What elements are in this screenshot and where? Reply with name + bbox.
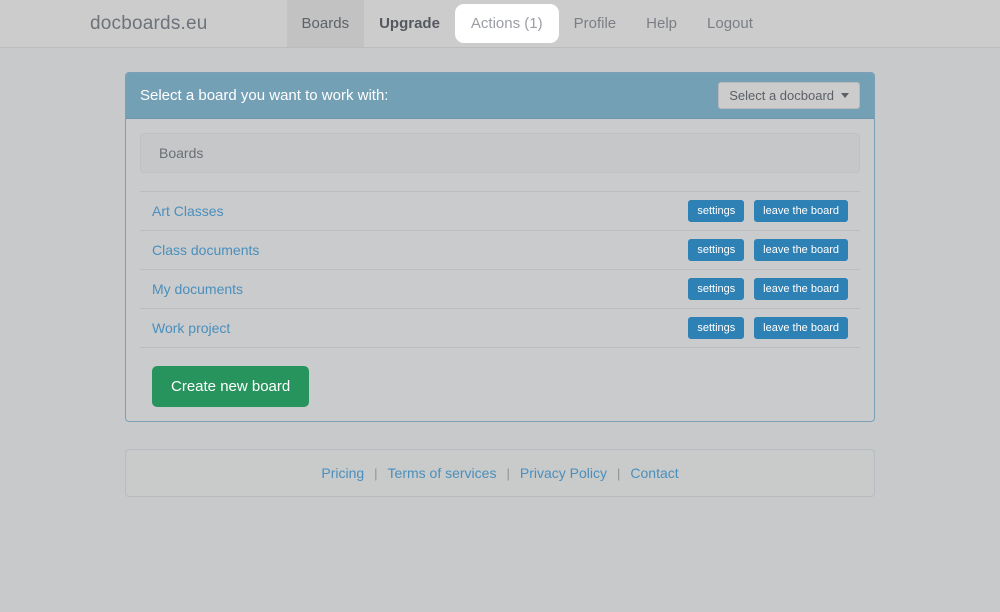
table-row: Class documents settings leave the board [140,230,860,270]
nav-item-help[interactable]: Help [631,0,692,47]
board-link-class-documents[interactable]: Class documents [152,242,259,258]
panel-title: Select a board you want to work with: [140,87,389,104]
board-link-work-project[interactable]: Work project [152,320,230,336]
leave-board-button[interactable]: leave the board [754,317,848,339]
settings-button[interactable]: settings [688,200,745,222]
footer-link-terms-of-services[interactable]: Terms of services [388,465,497,481]
nav-item-upgrade[interactable]: Upgrade [364,0,455,47]
board-name-cell: My documents [140,270,429,309]
nav-item-logout[interactable]: Logout [692,0,768,47]
footer-link-pricing[interactable]: Pricing [321,465,364,481]
create-new-board-button[interactable]: Create new board [152,366,310,407]
board-name-cell: Work project [140,309,429,348]
board-actions-cell: settings leave the board [429,231,860,270]
board-link-my-documents[interactable]: My documents [152,281,243,297]
nav-item-actions[interactable]: Actions (1) [454,4,559,43]
footer-link-contact[interactable]: Contact [630,465,678,481]
panel-body: Boards Art Classes settings leave the bo… [126,119,874,421]
table-row: Art Classes settings leave the board [140,191,860,231]
boards-table: Art Classes settings leave the board Cla… [140,191,860,348]
footer-separator: | [374,465,378,481]
settings-button[interactable]: settings [688,317,745,339]
table-row: My documents settings leave the board [140,269,860,309]
page-container: Select a board you want to work with: Se… [125,48,875,497]
select-docboard-dropdown[interactable]: Select a docboard [718,82,860,109]
board-link-art-classes[interactable]: Art Classes [152,203,224,219]
nav-menu: Boards Upgrade Actions (1) Profile Help … [286,0,768,47]
leave-board-button[interactable]: leave the board [754,278,848,300]
settings-button[interactable]: settings [688,239,745,261]
leave-board-button[interactable]: leave the board [754,200,848,222]
footer-separator: | [506,465,510,481]
boards-subheader-label: Boards [159,145,204,161]
leave-board-button[interactable]: leave the board [754,239,848,261]
panel-heading: Select a board you want to work with: Se… [126,73,874,119]
brand-logo[interactable]: docboards.eu [0,0,223,47]
board-actions-cell: settings leave the board [429,192,860,231]
boards-panel: Select a board you want to work with: Se… [125,72,875,422]
table-row: Work project settings leave the board [140,308,860,348]
footer-separator: | [617,465,621,481]
settings-button[interactable]: settings [688,278,745,300]
caret-down-icon [841,93,849,98]
board-actions-cell: settings leave the board [429,309,860,348]
board-name-cell: Class documents [140,231,429,270]
nav-item-boards[interactable]: Boards [286,0,365,47]
select-docboard-label: Select a docboard [729,88,834,103]
boards-subheader: Boards [140,133,860,173]
top-navbar: docboards.eu Boards Upgrade Actions (1) … [0,0,1000,48]
footer-panel: Pricing | Terms of services | Privacy Po… [125,449,875,497]
nav-item-profile[interactable]: Profile [559,0,632,47]
board-name-cell: Art Classes [140,192,429,231]
board-actions-cell: settings leave the board [429,270,860,309]
footer-link-privacy-policy[interactable]: Privacy Policy [520,465,607,481]
